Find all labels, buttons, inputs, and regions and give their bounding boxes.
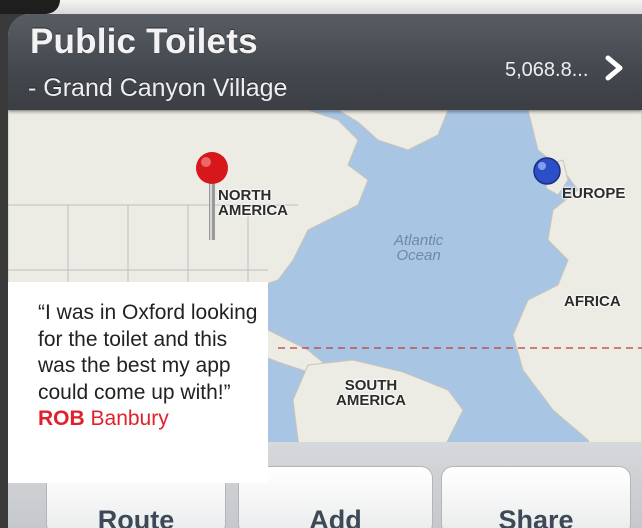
author-last-name: Banbury bbox=[90, 407, 169, 430]
quote-author: ROB Banbury bbox=[38, 406, 268, 432]
nav-header: Public Toilets - Grand Canyon Village 5,… bbox=[8, 14, 642, 110]
label-europe: EUROPE bbox=[562, 185, 626, 202]
device-frame bbox=[0, 0, 642, 14]
distance-value: 5,068.8... bbox=[505, 59, 589, 81]
map-pin-icon[interactable] bbox=[194, 150, 234, 246]
quote-box: “I was in Oxford looking for the toilet … bbox=[8, 282, 268, 483]
label-south-america: SOUTH AMERICA bbox=[336, 377, 406, 409]
location-dot-icon[interactable] bbox=[532, 156, 562, 186]
page-title: Public Toilets bbox=[30, 22, 258, 61]
quote-text: “I was in Oxford looking for the toilet … bbox=[38, 301, 258, 404]
share-button[interactable]: Share bbox=[441, 466, 631, 528]
label-atlantic-ocean: Atlantic Ocean bbox=[394, 232, 444, 264]
author-first-name: ROB bbox=[38, 407, 85, 430]
chevron-right-icon[interactable] bbox=[602, 55, 626, 81]
device: Public Toilets - Grand Canyon Village 5,… bbox=[0, 0, 642, 528]
location-subtitle: - Grand Canyon Village bbox=[28, 74, 288, 102]
label-africa: AFRICA bbox=[564, 293, 621, 310]
